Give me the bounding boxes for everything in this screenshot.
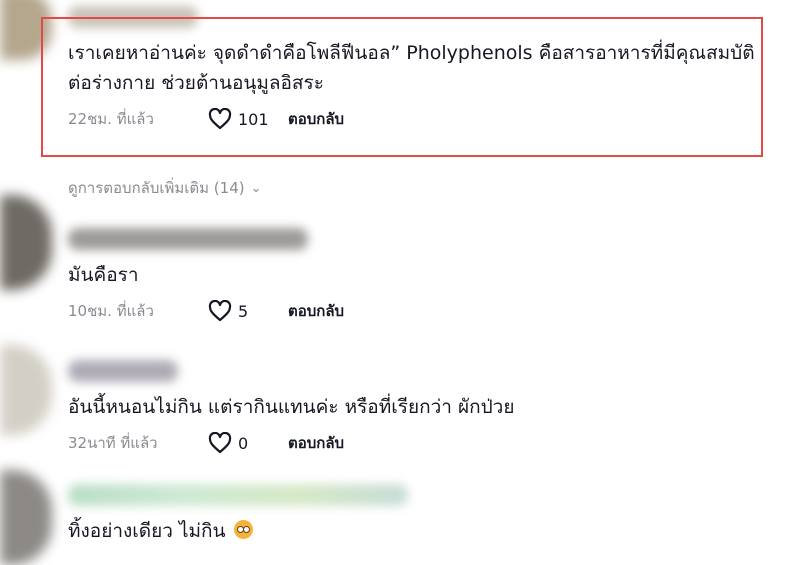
avatar[interactable] <box>0 195 52 290</box>
chevron-down-icon: ⌄ <box>250 180 262 196</box>
comment-text: มันคือรา <box>68 264 139 286</box>
like-button[interactable]: 5 <box>208 300 288 322</box>
comment-item: ทิ้งอย่างเดียว ไม่กิน <box>68 484 778 546</box>
like-count: 0 <box>238 433 249 453</box>
reply-button[interactable]: ตอบกลับ <box>288 299 344 323</box>
like-button[interactable]: 0 <box>208 432 288 454</box>
comment-text-body: ทิ้งอย่างเดียว ไม่กิน <box>68 520 226 542</box>
view-more-replies-button[interactable]: ดูการตอบกลับเพิ่มเติม (14) ⌄ <box>68 176 262 200</box>
heart-icon <box>208 300 232 322</box>
avatar[interactable] <box>0 470 52 565</box>
heart-icon <box>208 432 232 454</box>
view-more-replies-label: ดูการตอบกลับเพิ่มเติม (14) <box>68 179 245 197</box>
highlight-box <box>41 17 763 157</box>
comment-item: มันคือรา 10ชม. ที่แล้ว 5 ตอบกลับ <box>68 228 778 324</box>
comment-meta: 10ชม. ที่แล้ว 5 ตอบกลับ <box>68 298 778 324</box>
comment-time: 10ชม. ที่แล้ว <box>68 302 154 320</box>
flushed-face-icon <box>233 520 253 539</box>
comment-time: 32นาที ที่แล้ว <box>68 434 158 452</box>
comment-item: อันนี้หนอนไม่กิน แต่รากินแทนค่ะ หรือที่เ… <box>68 360 778 456</box>
comment-text: อันนี้หนอนไม่กิน แต่รากินแทนค่ะ หรือที่เ… <box>68 396 515 418</box>
like-count: 5 <box>238 301 249 321</box>
reply-button[interactable]: ตอบกลับ <box>288 431 344 455</box>
username-blurred[interactable] <box>68 484 408 506</box>
comment-text: ทิ้งอย่างเดียว ไม่กิน <box>68 516 778 546</box>
avatar[interactable] <box>0 345 52 435</box>
comment-meta: 32นาที ที่แล้ว 0 ตอบกลับ <box>68 430 778 456</box>
username-blurred[interactable] <box>68 228 308 250</box>
username-blurred[interactable] <box>68 360 178 382</box>
